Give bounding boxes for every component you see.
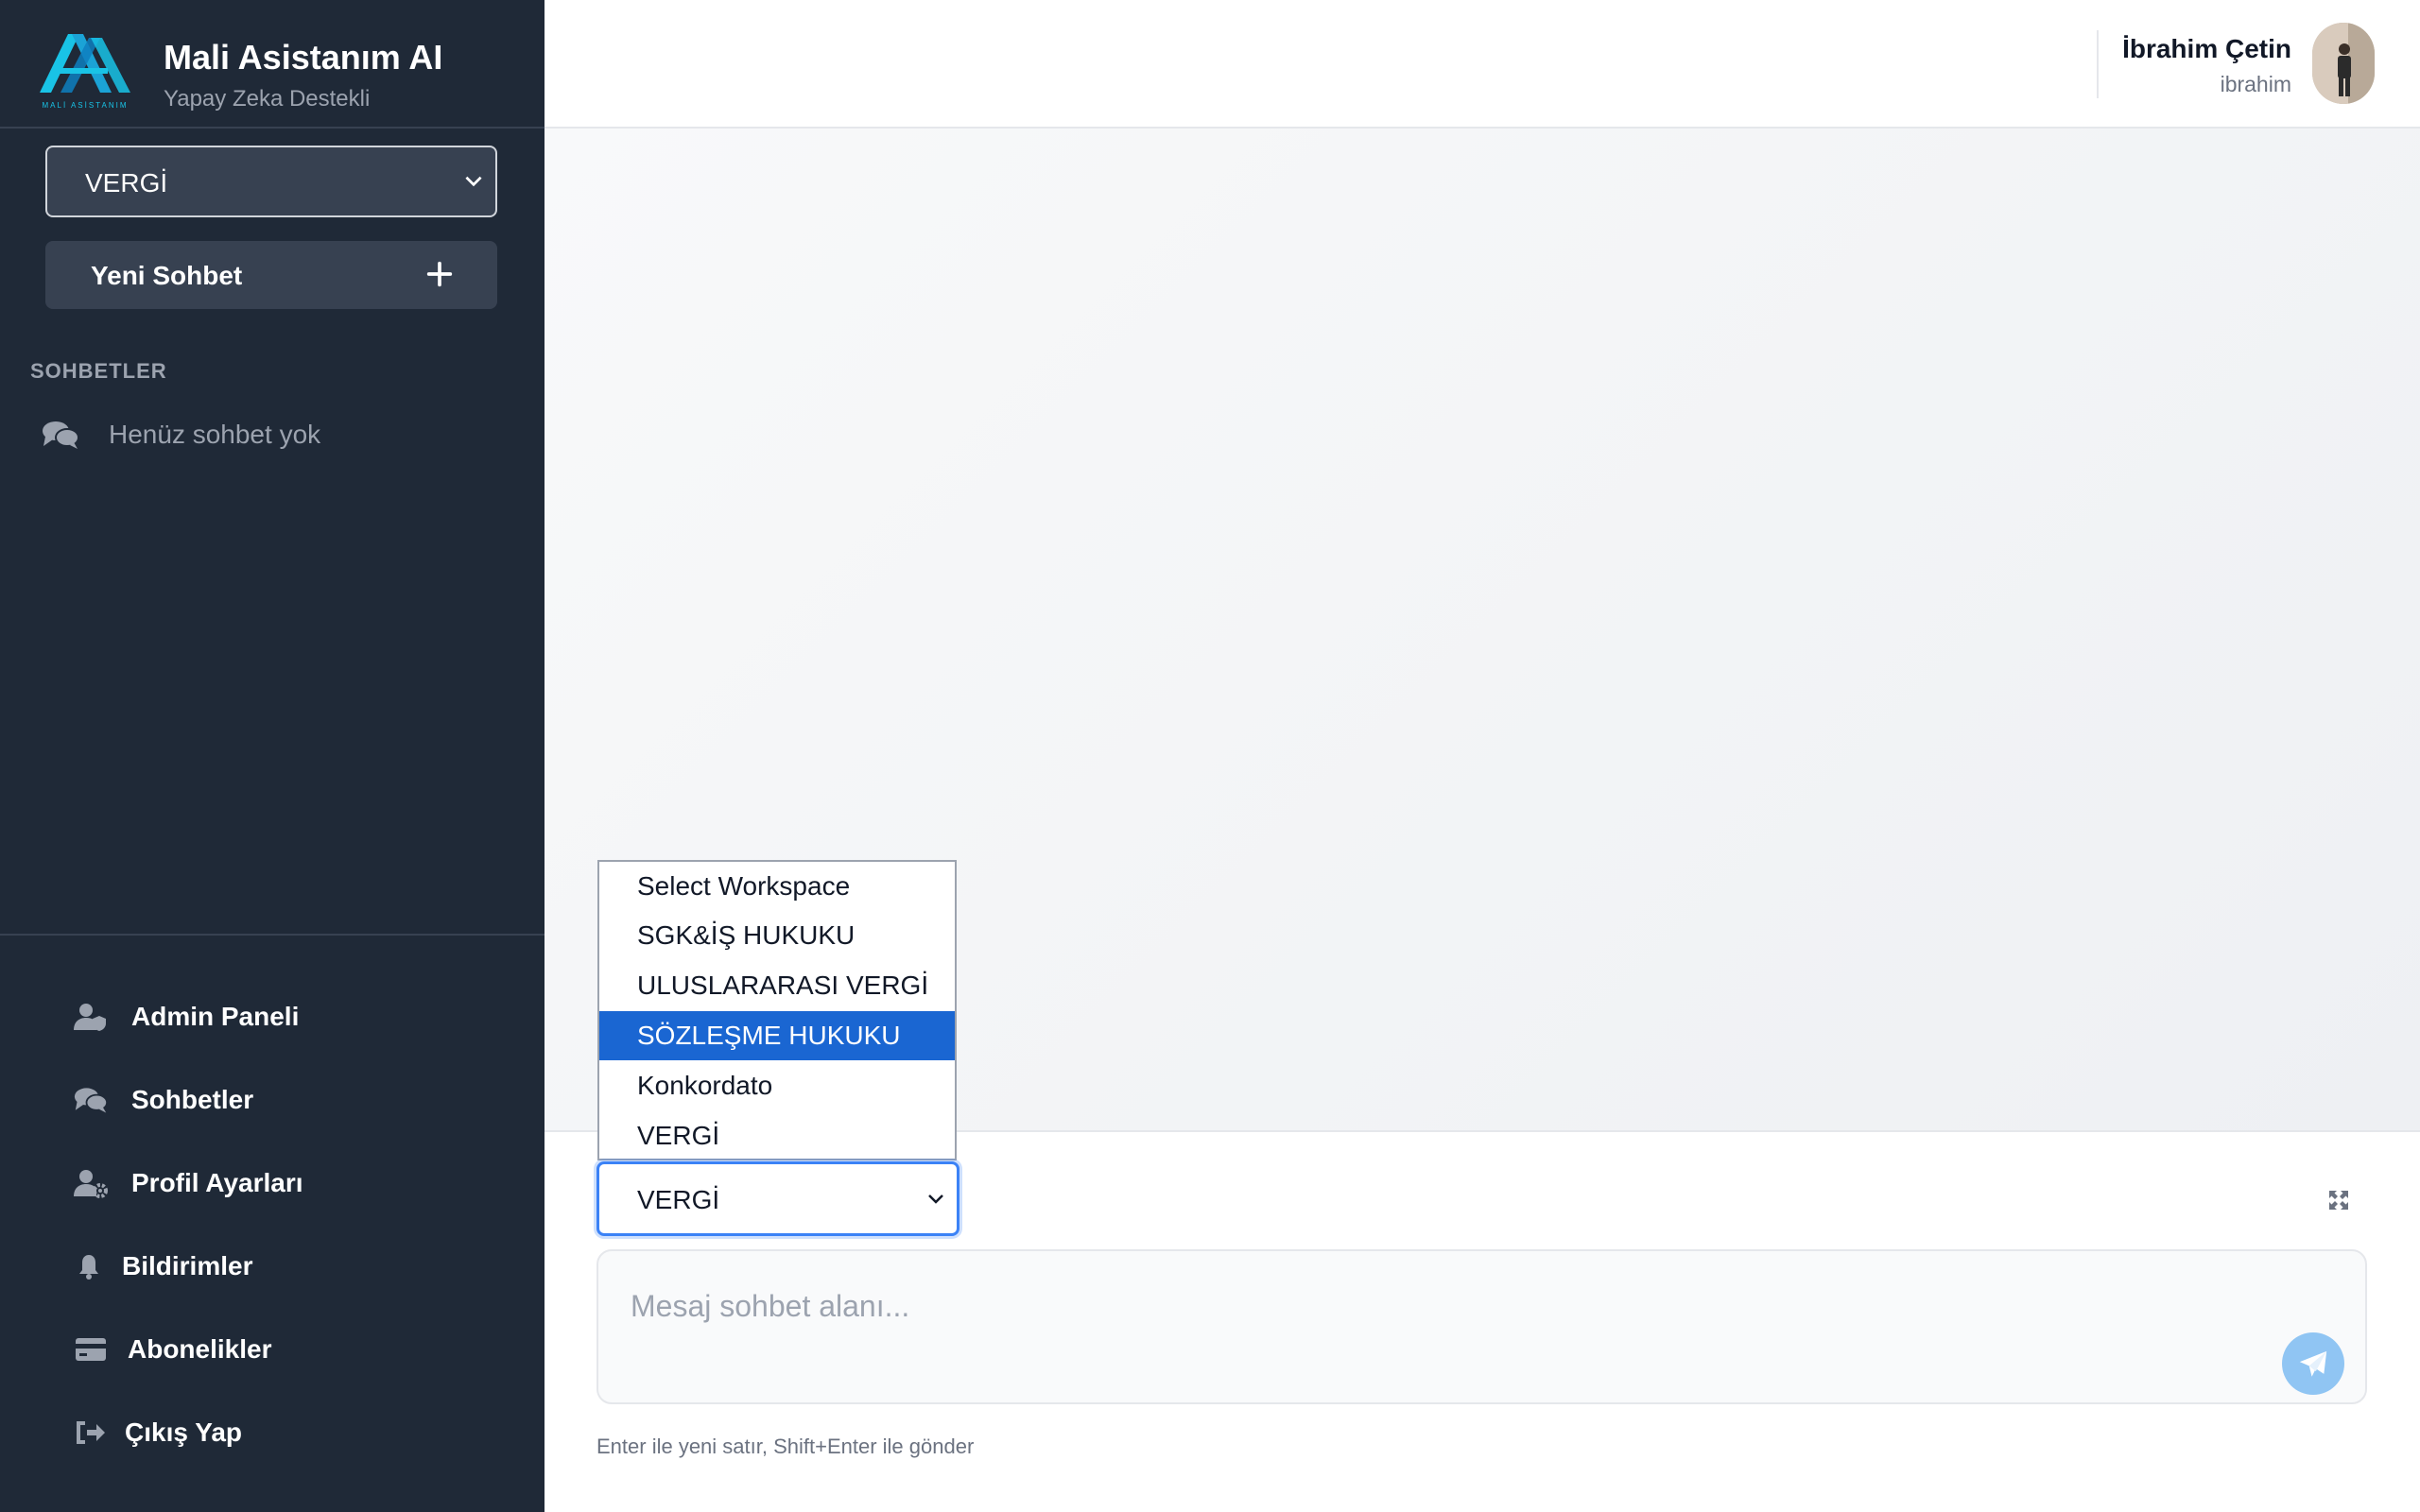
sidebar-item-label: Admin Paneli [131, 1002, 300, 1031]
message-input[interactable]: Mesaj sohbet alanı... [596, 1249, 2367, 1404]
bell-icon [79, 1255, 98, 1280]
credit-card-icon [76, 1338, 106, 1361]
sidebar-item-label: Profil Ayarları [131, 1168, 303, 1197]
dropdown-option-select-workspace[interactable]: Select Workspace [599, 862, 955, 911]
user-handle: ibrahim [2220, 72, 2291, 96]
send-button[interactable] [2282, 1332, 2344, 1395]
top-header: İbrahim Çetin ibrahim [544, 0, 2420, 129]
sidebar-item-label: Sohbetler [131, 1085, 254, 1114]
composer-workspace-select[interactable]: VERGİ [596, 1161, 959, 1236]
svg-text:MALİ ASİSTANIM: MALİ ASİSTANIM [43, 101, 129, 110]
app-subtitle: Yapay Zeka Destekli [164, 86, 371, 112]
sidebar-item-label: Bildirimler [122, 1251, 253, 1280]
message-placeholder: Mesaj sohbet alanı... [631, 1289, 910, 1323]
dropdown-option-sozlesme-hukuku[interactable]: SÖZLEŞME HUKUKU [599, 1011, 955, 1060]
paper-plane-icon [2299, 1350, 2327, 1377]
header-divider [2097, 30, 2099, 98]
plus-icon [426, 261, 453, 287]
app-title: Mali Asistanım AI [164, 38, 443, 77]
composer-workspace-value: VERGİ [637, 1185, 720, 1214]
expand-icon[interactable] [2327, 1189, 2350, 1211]
dropdown-option-konkordato[interactable]: Konkordato [599, 1061, 955, 1110]
user-gear-icon [74, 1170, 108, 1198]
composer-hint: Enter ile yeni satır, Shift+Enter ile gö… [596, 1435, 975, 1458]
dropdown-option-sgk-is-hukuku[interactable]: SGK&İŞ HUKUKU [599, 911, 955, 960]
sign-out-icon [77, 1421, 105, 1444]
workspace-dropdown-list: Select Workspace SGK&İŞ HUKUKU ULUSLARAR… [597, 860, 957, 1160]
workspace-select-value: VERGİ [85, 168, 168, 198]
sidebar-item-label: Abonelikler [128, 1334, 272, 1364]
sidebar-divider [0, 934, 544, 936]
sidebar-item-label: Çıkış Yap [125, 1418, 243, 1447]
dropdown-option-vergi[interactable]: VERGİ [599, 1111, 955, 1160]
dropdown-option-uluslararasi-vergi[interactable]: ULUSLARARASI VERGİ [599, 961, 955, 1010]
comments-icon [43, 421, 79, 449]
chevron-down-icon [928, 1194, 943, 1204]
user-shield-icon [74, 1004, 106, 1031]
chevron-down-icon [465, 176, 482, 187]
new-chat-label: Yeni Sohbet [91, 261, 243, 290]
sidebar: MALİ ASİSTANIM Mali Asistanım AI Yapay Z… [0, 0, 544, 1512]
app-logo: MALİ ASİSTANIM [40, 34, 130, 110]
new-chat-button[interactable]: Yeni Sohbet [45, 241, 497, 309]
empty-chats-text: Henüz sohbet yok [109, 420, 321, 449]
user-name: İbrahim Çetin [2122, 34, 2291, 63]
comments-icon [74, 1088, 108, 1113]
avatar-image [2312, 23, 2375, 104]
chats-section-title: SOHBETLER [30, 359, 167, 383]
workspace-select[interactable]: VERGİ [45, 146, 497, 217]
avatar[interactable] [2312, 23, 2375, 104]
brand-header: MALİ ASİSTANIM Mali Asistanım AI Yapay Z… [0, 0, 544, 129]
